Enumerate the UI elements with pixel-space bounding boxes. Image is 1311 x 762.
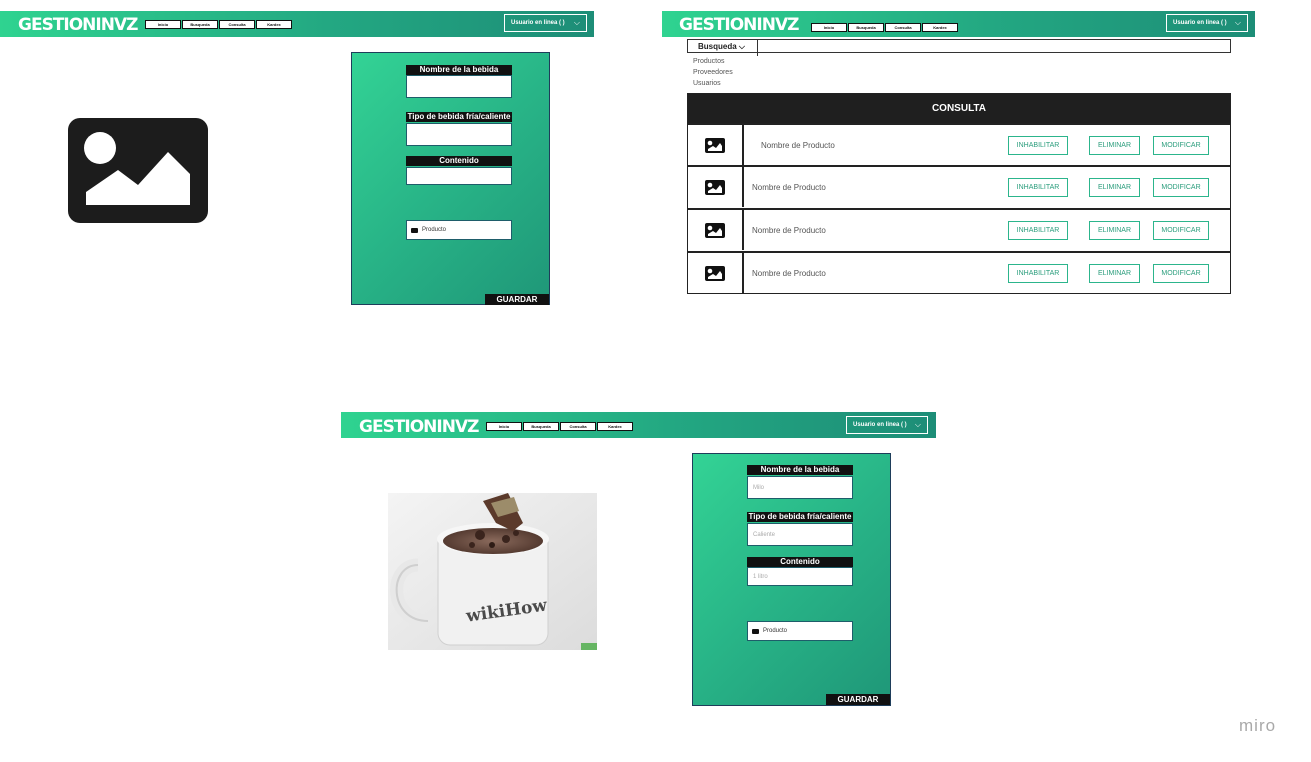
nav-busqueda[interactable]: Busqueda xyxy=(523,422,559,431)
disable-button[interactable]: INHABILITAR xyxy=(1008,136,1068,155)
product-form: Nombre de la bebida Tipo de bebida fría/… xyxy=(351,52,550,305)
table-row: Nombre de Producto INHABILITAR ELIMINAR … xyxy=(688,165,1230,207)
menu-item-productos[interactable]: Productos xyxy=(693,58,725,65)
nav-bar: Inicio Busqueda Consulta Kardex xyxy=(145,20,292,29)
product-name: Nombre de Producto xyxy=(752,226,826,235)
nav-kardex[interactable]: Kardex xyxy=(256,20,292,29)
content-input[interactable] xyxy=(406,167,512,185)
app-logo: GESTIONINVZ xyxy=(18,15,138,35)
product-label: Producto xyxy=(422,227,447,233)
consulta-table: CONSULTA Nombre de Producto INHABILITAR … xyxy=(687,93,1231,294)
app-header: GESTIONINVZ Inicio Busqueda Consulta Kar… xyxy=(341,412,936,438)
search-dropdown-label: Busqueda ⌵ xyxy=(698,42,745,51)
app-header: GESTIONINVZ Inicio Busqueda Consulta Kar… xyxy=(662,11,1255,37)
table-row: Nombre de Producto INHABILITAR ELIMINAR … xyxy=(688,208,1230,250)
product-name: Nombre de Producto xyxy=(752,269,826,278)
user-menu[interactable]: Usuario en linea ( ) ⌵ xyxy=(504,14,587,32)
nav-consulta[interactable]: Consulta xyxy=(219,20,255,29)
nav-kardex[interactable]: Kardex xyxy=(922,23,958,32)
name-input[interactable]: Milo xyxy=(747,476,853,499)
chevron-down-icon: ⌵ xyxy=(914,420,921,429)
product-image-picker[interactable]: Producto xyxy=(747,621,853,641)
type-label: Tipo de bebida fría/caliente xyxy=(406,112,512,122)
modify-button[interactable]: MODIFICAR xyxy=(1153,136,1209,155)
miro-watermark: miro xyxy=(1239,716,1277,735)
type-input[interactable] xyxy=(406,123,512,146)
product-form-filled: Nombre de la bebida Milo Tipo de bebida … xyxy=(692,453,891,706)
delete-button[interactable]: ELIMINAR xyxy=(1089,221,1140,240)
content-input[interactable]: 1 litro xyxy=(747,567,853,586)
name-label: Nombre de la bebida xyxy=(406,65,512,75)
dropdown-divider xyxy=(757,40,758,56)
nav-bar: Inicio Busqueda Consulta Kardex xyxy=(486,422,633,431)
product-name: Nombre de Producto xyxy=(761,141,835,150)
type-label: Tipo de bebida fría/caliente xyxy=(747,512,853,522)
name-input[interactable] xyxy=(406,75,512,98)
nav-busqueda[interactable]: Busqueda xyxy=(182,20,218,29)
save-button[interactable]: GUARDAR xyxy=(826,694,890,705)
table-row: Nombre de Producto INHABILITAR ELIMINAR … xyxy=(688,123,1230,165)
app-header: GESTIONINVZ Inicio Busqueda Consulta Kar… xyxy=(0,11,594,37)
image-icon xyxy=(705,179,725,195)
user-menu[interactable]: Usuario en linea ( ) ⌵ xyxy=(846,416,928,434)
table-row: Nombre de Producto INHABILITAR ELIMINAR … xyxy=(688,251,1230,293)
nav-bar: Inicio Busqueda Consulta Kardex xyxy=(811,23,958,32)
type-input[interactable]: Caliente xyxy=(747,523,853,546)
delete-button[interactable]: ELIMINAR xyxy=(1089,264,1140,283)
name-label: Nombre de la bebida xyxy=(747,465,853,475)
disable-button[interactable]: INHABILITAR xyxy=(1008,221,1068,240)
app-logo: GESTIONINVZ xyxy=(359,417,479,437)
nav-inicio[interactable]: Inicio xyxy=(145,20,181,29)
image-icon xyxy=(705,137,725,153)
row-image-cell xyxy=(688,253,744,293)
image-icon xyxy=(705,222,725,238)
row-image-cell xyxy=(688,125,744,165)
user-menu[interactable]: Usuario en linea ( ) ⌵ xyxy=(1166,14,1248,32)
image-placeholder-icon xyxy=(68,118,208,223)
table-title: CONSULTA xyxy=(688,94,1230,123)
row-image-cell xyxy=(688,210,744,250)
menu-item-proveedores[interactable]: Proveedores xyxy=(693,69,733,76)
row-image-cell xyxy=(688,167,744,207)
menu-item-usuarios[interactable]: Usuarios xyxy=(693,80,721,87)
content-label: Contenido xyxy=(747,557,853,567)
user-label: Usuario en linea ( ) xyxy=(853,422,907,428)
app-logo: GESTIONINVZ xyxy=(679,15,799,35)
user-label: Usuario en linea ( ) xyxy=(511,20,565,26)
chevron-down-icon: ⌵ xyxy=(573,18,580,27)
search-dropdown[interactable]: Busqueda ⌵ xyxy=(687,39,1231,56)
delete-button[interactable]: ELIMINAR xyxy=(1089,178,1140,197)
image-icon xyxy=(752,628,759,634)
image-icon xyxy=(411,227,418,233)
product-name: Nombre de Producto xyxy=(752,183,826,192)
product-photo: wikiHow xyxy=(388,493,597,650)
disable-button[interactable]: INHABILITAR xyxy=(1008,178,1068,197)
nav-kardex[interactable]: Kardex xyxy=(597,422,633,431)
product-image-picker[interactable]: Producto xyxy=(406,220,512,240)
nav-inicio[interactable]: Inicio xyxy=(486,422,522,431)
modify-button[interactable]: MODIFICAR xyxy=(1153,178,1209,197)
modify-button[interactable]: MODIFICAR xyxy=(1153,264,1209,283)
nav-inicio[interactable]: Inicio xyxy=(811,23,847,32)
nav-busqueda[interactable]: Busqueda xyxy=(848,23,884,32)
chevron-down-icon: ⌵ xyxy=(1234,18,1241,27)
delete-button[interactable]: ELIMINAR xyxy=(1089,136,1140,155)
modify-button[interactable]: MODIFICAR xyxy=(1153,221,1209,240)
product-label: Producto xyxy=(763,628,788,634)
content-label: Contenido xyxy=(406,156,512,166)
chevron-down-icon: ⌵ xyxy=(738,42,745,51)
image-icon xyxy=(705,265,725,281)
nav-consulta[interactable]: Consulta xyxy=(560,422,596,431)
save-button[interactable]: GUARDAR xyxy=(485,294,549,305)
nav-consulta[interactable]: Consulta xyxy=(885,23,921,32)
disable-button[interactable]: INHABILITAR xyxy=(1008,264,1068,283)
user-label: Usuario en linea ( ) xyxy=(1173,20,1227,26)
